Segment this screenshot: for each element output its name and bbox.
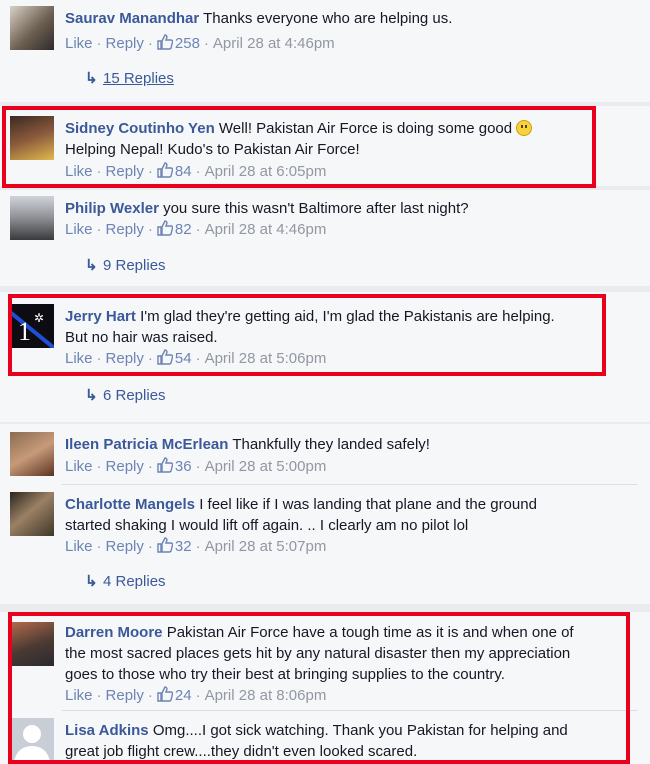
timestamp[interactable]: April 28 at 4:46pm [205, 221, 327, 238]
avatar[interactable] [10, 492, 54, 536]
author-name[interactable]: Philip Wexler [65, 200, 159, 217]
author-name[interactable]: Saurav Manandhar [65, 10, 199, 27]
author-name[interactable]: Ileen Patricia McErlean [65, 436, 228, 453]
like-link[interactable]: Like [65, 538, 93, 555]
comment-text-line2: started shaking I would lift off again. … [65, 517, 469, 534]
replies-count[interactable]: 9 Replies [103, 257, 166, 274]
view-replies-link[interactable]: ↳ 4 Replies [85, 572, 166, 590]
thumbs-up-icon [157, 34, 173, 50]
like-link[interactable]: Like [65, 35, 93, 52]
comment-actions: Like · Reply · 32 · April 28 at 5:07pm [65, 537, 327, 555]
reply-link[interactable]: Reply [106, 35, 144, 52]
view-replies-link[interactable]: ↳ 15 Replies [85, 69, 174, 87]
comment-text: I feel like if I was landing that plane … [199, 496, 537, 513]
highlight-box [8, 294, 606, 376]
reply-link[interactable]: Reply [106, 458, 144, 475]
comment-actions: Like · Reply · 36 · April 28 at 5:00pm [65, 457, 327, 475]
author-name[interactable]: Charlotte Mangels [65, 496, 195, 513]
highlight-box [8, 612, 630, 764]
like-count[interactable]: 258 [175, 35, 200, 52]
reply-arrow-icon: ↳ [85, 70, 98, 87]
reply-arrow-icon: ↳ [85, 257, 98, 274]
thumbs-up-icon [157, 457, 173, 473]
divider [62, 484, 638, 485]
like-link[interactable]: Like [65, 221, 93, 238]
comment-body: Charlotte Mangels I feel like if I was l… [65, 494, 625, 536]
comment-feed: Saurav Manandhar Thanks everyone who are… [0, 0, 650, 764]
view-replies-link[interactable]: ↳ 6 Replies [85, 386, 166, 404]
like-count[interactable]: 36 [175, 458, 192, 475]
highlight-box [2, 106, 596, 188]
thumbs-up-icon [157, 537, 173, 553]
view-replies-link[interactable]: ↳ 9 Replies [85, 256, 166, 274]
comment-body: Ileen Patricia McErlean Thankfully they … [65, 434, 625, 455]
avatar[interactable] [10, 432, 54, 476]
reply-link[interactable]: Reply [106, 221, 144, 238]
thumbs-up-icon [157, 220, 173, 236]
timestamp[interactable]: April 28 at 5:00pm [205, 458, 327, 475]
replies-count[interactable]: 15 Replies [103, 70, 174, 87]
replies-count[interactable]: 6 Replies [103, 387, 166, 404]
like-count[interactable]: 32 [175, 538, 192, 555]
reply-arrow-icon: ↳ [85, 573, 98, 590]
replies-count[interactable]: 4 Replies [103, 573, 166, 590]
timestamp[interactable]: April 28 at 4:46pm [213, 35, 335, 52]
like-link[interactable]: Like [65, 458, 93, 475]
comment-body: Philip Wexler you sure this wasn't Balti… [65, 198, 625, 219]
comment-text: you sure this wasn't Baltimore after las… [163, 200, 469, 217]
avatar[interactable] [10, 6, 54, 50]
comment-actions: Like · Reply · 82 · April 28 at 4:46pm [65, 220, 327, 238]
like-count[interactable]: 82 [175, 221, 192, 238]
reply-link[interactable]: Reply [106, 538, 144, 555]
comment-actions: Like · Reply · 258 · April 28 at 4:46pm [65, 34, 335, 52]
avatar[interactable] [10, 196, 54, 240]
comment-text: Thanks everyone who are helping us. [203, 10, 453, 27]
comment-text: Thankfully they landed safely! [232, 436, 430, 453]
timestamp[interactable]: April 28 at 5:07pm [205, 538, 327, 555]
reply-arrow-icon: ↳ [85, 387, 98, 404]
comment-body: Saurav Manandhar Thanks everyone who are… [65, 8, 625, 29]
